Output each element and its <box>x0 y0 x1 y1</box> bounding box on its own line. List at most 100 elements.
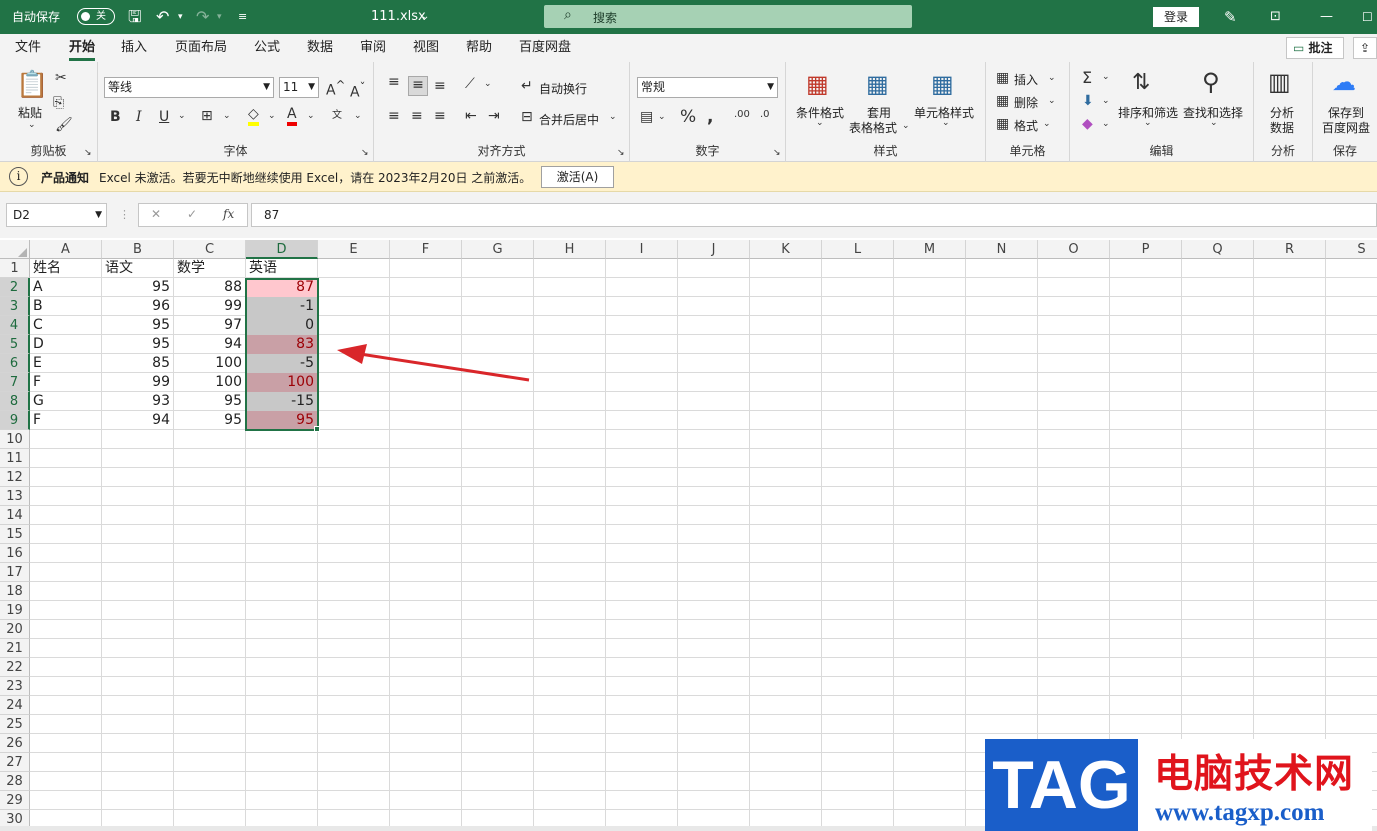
conditional-format-icon[interactable]: ▦ <box>806 70 829 98</box>
tab-insert[interactable]: 插入 <box>121 34 147 62</box>
copy-icon[interactable]: ⎘ <box>53 95 64 111</box>
tab-view[interactable]: 视图 <box>413 34 439 62</box>
cell-styles-icon[interactable]: ▦ <box>931 70 954 98</box>
conditional-dropdown-icon[interactable]: ⌄ <box>816 118 824 128</box>
find-select-icon[interactable]: ⚲ <box>1202 68 1220 96</box>
activate-button[interactable]: 激活(A) <box>541 166 614 188</box>
decrease-decimal-icon[interactable]: .0 <box>760 109 770 120</box>
redo-dropdown-icon[interactable]: ▾ <box>217 0 222 34</box>
cut-icon[interactable]: ✂ <box>55 70 67 86</box>
analyze-data-label-2[interactable]: 数据 <box>1270 119 1294 136</box>
tab-formulas[interactable]: 公式 <box>254 34 280 62</box>
format-painter-icon[interactable]: 🖌 <box>55 117 73 133</box>
ribbon-display-icon[interactable]: ⊡ <box>1270 0 1281 34</box>
fill-color-icon[interactable]: ◇ <box>248 106 259 126</box>
phonetic-dropdown-icon[interactable]: ⌄ <box>354 111 362 121</box>
autosum-icon[interactable]: Σ <box>1082 68 1092 87</box>
increase-decimal-icon[interactable]: .00 <box>734 109 750 120</box>
analyze-data-icon[interactable]: ▥ <box>1268 68 1291 96</box>
autosave-toggle[interactable]: 关 <box>77 8 115 25</box>
save-icon[interactable]: 🖫 <box>128 0 142 34</box>
underline-icon[interactable]: U <box>159 109 169 125</box>
align-middle-icon[interactable]: ≡ <box>408 76 428 96</box>
pen-icon[interactable]: ✎ <box>1224 0 1237 34</box>
format-cells-icon[interactable]: ▦ <box>996 116 1009 132</box>
tab-review[interactable]: 审阅 <box>360 34 386 62</box>
borders-dropdown-icon[interactable]: ⌄ <box>223 111 231 121</box>
insert-function-icon[interactable]: fx <box>223 207 234 221</box>
font-name-select[interactable]: 等线 ▼ <box>104 77 274 98</box>
align-left-icon[interactable]: ≡ <box>388 108 400 124</box>
tab-page-layout[interactable]: 页面布局 <box>175 34 227 62</box>
align-center-icon[interactable]: ≡ <box>411 108 423 124</box>
comma-style-icon[interactable]: , <box>707 107 713 127</box>
sort-filter-icon[interactable]: ⇅ <box>1132 70 1150 95</box>
redo-icon[interactable]: ↷ <box>196 0 209 34</box>
percent-icon[interactable]: % <box>680 107 696 127</box>
paste-dropdown-icon[interactable]: ⌄ <box>28 120 36 130</box>
autosum-dropdown-icon[interactable]: ⌄ <box>1102 72 1110 82</box>
maximize-icon[interactable]: ☐ <box>1362 0 1373 34</box>
paste-icon[interactable]: 📋 <box>16 70 48 100</box>
delete-dropdown-icon[interactable]: ⌄ <box>1048 96 1056 106</box>
bold-icon[interactable]: B <box>110 109 121 125</box>
alignment-launcher-icon[interactable]: ↘ <box>617 148 625 158</box>
merge-center-icon[interactable]: ⊟ <box>521 109 533 125</box>
tab-data[interactable]: 数据 <box>307 34 333 62</box>
merge-center-label[interactable]: 合并后居中 <box>539 111 599 128</box>
tab-file[interactable]: 文件 <box>15 34 41 62</box>
undo-icon[interactable]: ↶ <box>156 0 169 34</box>
wrap-text-icon[interactable]: ↵ <box>521 78 533 94</box>
minimize-icon[interactable]: — <box>1320 0 1333 34</box>
name-box[interactable]: D2 ▼ <box>6 203 107 227</box>
delete-cells-icon[interactable]: ▦ <box>996 93 1009 109</box>
format-table-dropdown-icon[interactable]: ⌄ <box>902 121 910 131</box>
number-launcher-icon[interactable]: ↘ <box>773 148 781 158</box>
align-right-icon[interactable]: ≡ <box>434 108 446 124</box>
delete-cells-label[interactable]: 删除 <box>1014 94 1038 111</box>
merge-dropdown-icon[interactable]: ⌄ <box>609 112 617 122</box>
orientation-dropdown-icon[interactable]: ⌄ <box>484 79 492 89</box>
tab-help[interactable]: 帮助 <box>466 34 492 62</box>
insert-dropdown-icon[interactable]: ⌄ <box>1048 73 1056 83</box>
paste-label[interactable]: 粘贴 <box>18 104 42 121</box>
font-size-select[interactable]: 11 ▼ <box>279 77 319 98</box>
login-button[interactable]: 登录 <box>1153 7 1199 27</box>
clear-icon[interactable]: ◆ <box>1082 116 1093 132</box>
underline-dropdown-icon[interactable]: ⌄ <box>178 111 186 121</box>
font-color-dropdown-icon[interactable]: ⌄ <box>307 111 315 121</box>
clipboard-launcher-icon[interactable]: ↘ <box>84 148 92 158</box>
clear-dropdown-icon[interactable]: ⌄ <box>1102 119 1110 129</box>
format-cells-label[interactable]: 格式 <box>1014 117 1038 134</box>
baidu-cloud-icon[interactable]: ☁ <box>1332 68 1356 96</box>
phonetic-icon[interactable]: 文 <box>332 106 342 121</box>
file-name[interactable]: 111.xlsx <box>371 0 426 34</box>
orientation-icon[interactable]: ⟋ <box>465 76 475 92</box>
search-box[interactable]: ⌕ 搜索 <box>544 5 912 28</box>
insert-cells-label[interactable]: 插入 <box>1014 71 1038 88</box>
undo-dropdown-icon[interactable]: ▾ <box>178 0 183 34</box>
format-dropdown-icon[interactable]: ⌄ <box>1043 119 1051 129</box>
italic-icon[interactable]: I <box>136 109 142 125</box>
decrease-font-icon[interactable]: Aˇ <box>350 80 365 101</box>
share-icon[interactable]: ⇪ <box>1353 37 1377 59</box>
align-bottom-icon[interactable]: ≡ <box>434 78 446 94</box>
fill-dropdown-icon[interactable]: ⌄ <box>1102 96 1110 106</box>
wrap-text-label[interactable]: 自动换行 <box>539 80 587 97</box>
insert-cells-icon[interactable]: ▦ <box>996 70 1009 86</box>
accounting-dropdown-icon[interactable]: ⌄ <box>658 112 666 122</box>
format-table-label-2[interactable]: 表格格式 <box>849 119 897 136</box>
number-format-select[interactable]: 常规 ▼ <box>637 77 778 98</box>
formula-input[interactable]: 87 <box>251 203 1377 227</box>
confirm-icon[interactable]: ✓ <box>187 207 197 221</box>
fill-down-icon[interactable]: ⬇ <box>1082 93 1094 109</box>
find-dropdown-icon[interactable]: ⌄ <box>1210 118 1218 128</box>
font-launcher-icon[interactable]: ↘ <box>361 148 369 158</box>
align-top-icon[interactable]: ≡ <box>388 74 400 90</box>
cell-styles-dropdown-icon[interactable]: ⌄ <box>942 118 950 128</box>
increase-font-icon[interactable]: A^ <box>326 78 345 99</box>
format-table-icon[interactable]: ▦ <box>866 70 889 98</box>
increase-indent-icon[interactable]: ⇥ <box>488 108 500 124</box>
cancel-icon[interactable]: ✕ <box>151 207 161 221</box>
sort-dropdown-icon[interactable]: ⌄ <box>1144 118 1152 128</box>
